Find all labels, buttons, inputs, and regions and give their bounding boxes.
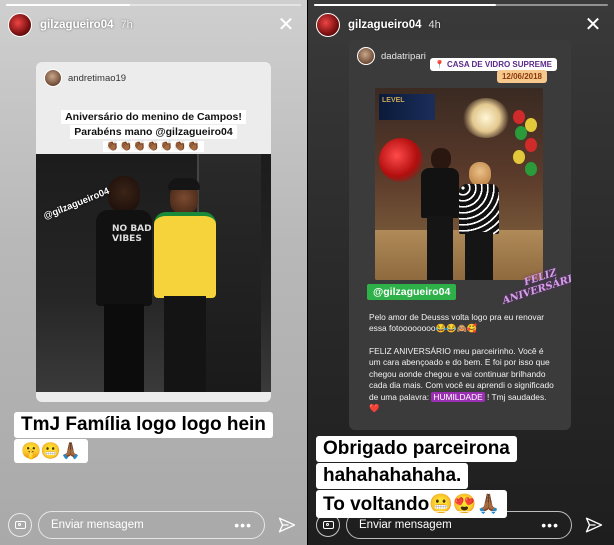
story-header: gilzagueiro04 7h ✕ — [8, 12, 299, 38]
camera-icon[interactable] — [316, 513, 340, 537]
shared-post-header: andretimao19 — [44, 68, 126, 88]
reply-bar: Enviar mensagem ••• — [8, 511, 299, 539]
story-time: 7h — [120, 19, 133, 31]
shared-post-header: dadatripari — [357, 46, 426, 66]
photo-flowers — [379, 138, 423, 182]
photo-sign: LEVEL — [379, 94, 435, 120]
shared-post-avatar — [44, 69, 62, 87]
photo-person-black-shirt: NO BAD VIBES — [96, 176, 152, 392]
claps-emojis: 👏🏾👏🏾👏🏾👏🏾👏🏾👏🏾👏🏾 — [103, 141, 204, 152]
caption-highlight: HUMILDADE — [431, 391, 485, 402]
close-icon[interactable]: ✕ — [275, 14, 297, 36]
caption-paragraph-2: FELIZ ANIVERSÁRIO meu parceirinho. Você … — [369, 346, 557, 414]
photo-person-man — [421, 148, 459, 280]
shared-post-card[interactable]: dadatripari 📍 CASA DE VIDRO SUPREME 12/0… — [349, 40, 571, 430]
shared-post-card[interactable]: andretimao19 Aniversário do menino de Ca… — [36, 62, 271, 402]
claps-emoji-row: 👏🏾👏🏾👏🏾👏🏾👏🏾👏🏾👏🏾 — [36, 141, 271, 152]
story-overlay-text: TmJ Família logo logo hein 🤫😬🙏🏾 — [14, 412, 273, 463]
message-placeholder: Enviar mensagem — [359, 519, 452, 531]
message-placeholder: Enviar mensagem — [51, 519, 144, 531]
shirt-text: NO BAD VIBES — [112, 224, 152, 244]
message-input[interactable]: Enviar mensagem ••• — [346, 511, 572, 539]
shared-post-username[interactable]: dadatripari — [381, 51, 426, 62]
photo-person-woman — [459, 162, 499, 280]
caption-text-end: ! Tmj saudades. — [484, 391, 547, 402]
story-username[interactable]: gilzagueiro04 — [40, 19, 114, 31]
story-header: gilzagueiro04 4h ✕ — [316, 12, 606, 38]
more-options-icon[interactable]: ••• — [234, 517, 252, 533]
story-progress-bar — [314, 4, 608, 6]
shared-post-photo: NO BAD VIBES @gilzagueiro04 — [36, 154, 271, 392]
overlay-text-line-2: hahahahahaha. — [316, 463, 469, 489]
camera-icon[interactable] — [8, 513, 32, 537]
message-input[interactable]: Enviar mensagem ••• — [38, 511, 265, 539]
caption-line-1: Aniversário do menino de Campos! — [61, 110, 246, 124]
location-text: CASA DE VIDRO SUPREME — [446, 60, 552, 69]
avatar[interactable] — [8, 13, 32, 37]
shared-post-caption: Aniversário do menino de Campos! Parabén… — [36, 110, 271, 140]
mention-tag[interactable]: @gilzagueiro04 — [367, 284, 457, 300]
shared-post-avatar — [357, 47, 375, 65]
more-options-icon[interactable]: ••• — [541, 517, 559, 533]
overlay-text-line-1: Obrigado parceirona — [316, 436, 517, 462]
date-sticker: 12/06/2018 — [496, 70, 547, 83]
avatar[interactable] — [316, 13, 340, 37]
story-username[interactable]: gilzagueiro04 — [348, 19, 422, 31]
overlay-text-line: TmJ Família logo logo hein — [14, 412, 273, 438]
stories-viewer: gilzagueiro04 7h ✕ andretimao19 Aniversá… — [0, 0, 614, 545]
send-icon[interactable] — [582, 513, 606, 537]
photo-balloons — [511, 110, 539, 186]
story-progress-fill — [314, 4, 497, 6]
close-icon[interactable]: ✕ — [582, 14, 604, 36]
reply-bar: Enviar mensagem ••• — [316, 511, 606, 539]
story-overlay-text: Obrigado parceirona hahahahahaha. To vol… — [316, 436, 517, 519]
shared-post-photo: LEVEL — [375, 88, 543, 280]
story-progress-fill — [6, 4, 130, 6]
photo-chandelier — [463, 98, 509, 138]
story-progress-bar — [6, 4, 301, 6]
caption-paragraph-1: Pelo amor de Deusss volta logo pra eu re… — [369, 312, 545, 334]
story-panel-right[interactable]: gilzagueiro04 4h ✕ dadatripari 📍 CASA DE… — [307, 0, 614, 545]
photo-person-yellow-shirt — [154, 178, 216, 392]
caption-line-2: Parabéns mano @gilzagueiro04 — [70, 125, 237, 139]
heart-emoji: ❤️ — [369, 403, 380, 414]
overlay-emojis: 🤫😬🙏🏾 — [14, 439, 88, 463]
story-time: 4h — [428, 19, 441, 31]
shared-post-username[interactable]: andretimao19 — [68, 73, 126, 84]
send-icon[interactable] — [275, 513, 299, 537]
story-panel-left[interactable]: gilzagueiro04 7h ✕ andretimao19 Aniversá… — [0, 0, 307, 545]
